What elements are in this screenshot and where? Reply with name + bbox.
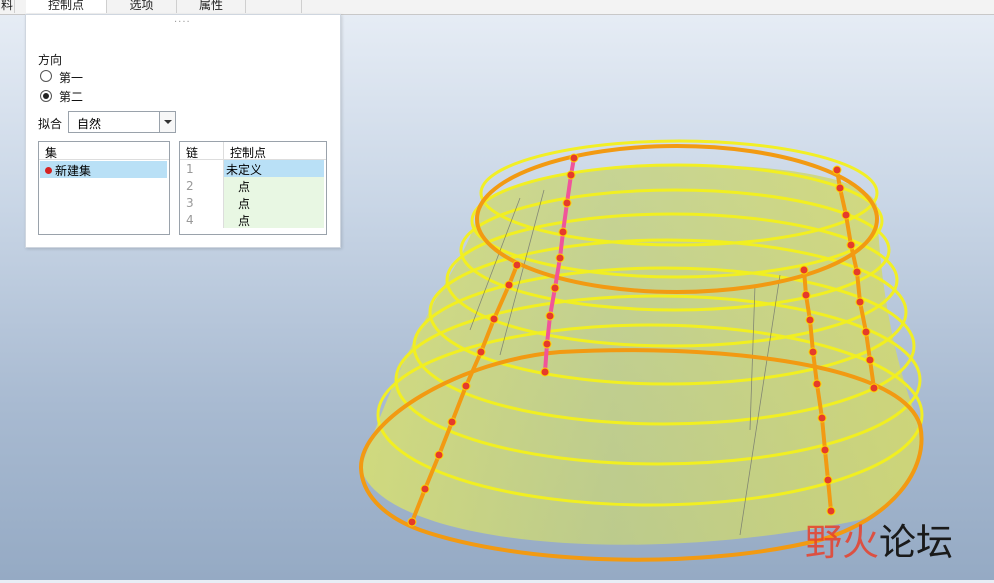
table-row[interactable]: 4 点	[180, 211, 326, 228]
panel-grip-handle[interactable]: ····	[174, 17, 191, 28]
table-row[interactable]: 2 点	[180, 177, 326, 194]
tab-properties[interactable]: 属性	[177, 0, 246, 13]
fit-select[interactable]: 自然	[68, 111, 176, 133]
fit-select-value: 自然	[77, 117, 102, 131]
direction-second-label[interactable]: 第二	[59, 88, 83, 105]
set-status-icon	[45, 167, 52, 174]
chain-column-header-label: 链	[186, 146, 199, 160]
fit-label: 拟合	[38, 117, 63, 131]
control-point-column-header: 控制点	[224, 142, 326, 160]
watermark-logo: 野火论坛	[805, 512, 953, 566]
chain-table[interactable]: 链 控制点 1 未定义 2 点 3 点 4 点	[179, 141, 327, 235]
row-index: 4	[186, 213, 194, 227]
row-index: 1	[186, 162, 194, 176]
table-row[interactable]: 1 未定义	[180, 160, 326, 177]
watermark-part-1: 野火	[805, 521, 879, 564]
tab-data[interactable]: 料	[0, 0, 15, 13]
tab-options[interactable]: 选项	[107, 0, 177, 13]
chevron-down-icon[interactable]	[159, 112, 175, 132]
row-index: 2	[186, 179, 194, 193]
direction-first-radio[interactable]	[40, 70, 52, 82]
row-value: 点	[238, 180, 251, 194]
control-points-panel: ···· 方向 第一 第二 拟合 自然 集 新建集 链 控制点 1 未定义 2 …	[25, 14, 341, 248]
row-value: 点	[238, 214, 251, 228]
set-list-header-label: 集	[45, 146, 58, 160]
tab-extra[interactable]	[246, 0, 302, 13]
tab-control-points[interactable]: 控制点	[26, 0, 107, 13]
dashboard-tab-bar: 料 控制点 选项 属性	[0, 0, 994, 15]
direction-first-label[interactable]: 第一	[59, 69, 83, 86]
set-list[interactable]: 集 新建集	[38, 141, 170, 235]
row-index: 3	[186, 196, 194, 210]
set-list-header: 集	[39, 142, 169, 160]
table-row[interactable]: 3 点	[180, 194, 326, 211]
direction-second-radio[interactable]	[40, 90, 52, 102]
watermark-part-2: 论坛	[879, 521, 953, 564]
set-item-label: 新建集	[55, 164, 92, 178]
control-point-column-header-label: 控制点	[230, 146, 267, 160]
row-value: 点	[238, 197, 251, 211]
list-item[interactable]: 新建集	[40, 161, 167, 178]
row-value: 未定义	[226, 163, 263, 177]
direction-label: 方向	[38, 53, 63, 67]
chain-column-header: 链	[180, 142, 224, 160]
